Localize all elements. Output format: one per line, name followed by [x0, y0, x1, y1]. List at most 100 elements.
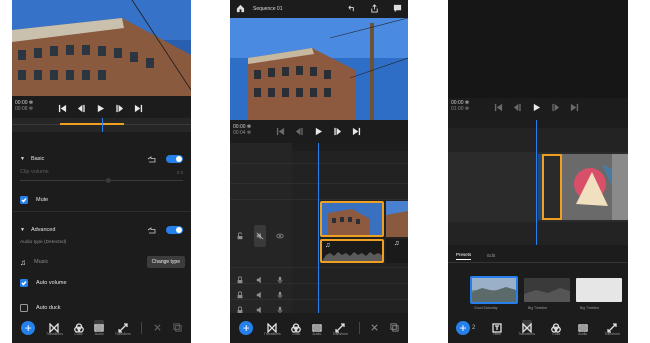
audio-tool[interactable]: Audio — [578, 320, 588, 336]
clip-volume-value: 0.0 — [176, 169, 183, 175]
chevron-down-icon[interactable]: ▼ — [20, 227, 25, 233]
skip-back-icon[interactable] — [276, 127, 285, 136]
audio-settings-screen: 00:00 ✻ 00:08 ✻ ▼ Basic Clip volume 0.0 … — [12, 0, 191, 343]
scrubber[interactable] — [12, 118, 191, 132]
preset-item[interactable] — [576, 278, 622, 302]
step-back-icon[interactable] — [77, 104, 86, 113]
transitions-icon — [521, 320, 532, 334]
preset-item[interactable] — [524, 278, 570, 302]
share-icon[interactable] — [370, 0, 379, 18]
divider — [141, 322, 143, 334]
clip-volume-slider[interactable] — [20, 178, 183, 183]
reset-icon[interactable] — [147, 150, 156, 168]
color-icon — [73, 320, 84, 333]
play-icon[interactable] — [96, 104, 105, 113]
chevron-down-icon[interactable]: ▼ — [20, 156, 25, 162]
add-button[interactable]: + — [239, 321, 254, 335]
timeline-area[interactable]: ♫ ♫ — [230, 143, 408, 314]
auto-volume-label: Auto volume — [36, 280, 67, 286]
reset-icon[interactable] — [147, 221, 156, 239]
step-forward-icon[interactable] — [333, 127, 342, 136]
playhead[interactable] — [536, 120, 537, 245]
titles-tool[interactable]: Titles — [492, 320, 502, 336]
preset-item[interactable] — [470, 276, 518, 304]
color-icon — [551, 320, 562, 333]
advanced-section-title: Advanced — [30, 227, 56, 233]
transitions-tool[interactable]: Transitions — [264, 320, 281, 336]
transform-icon — [607, 320, 617, 333]
transform-icon — [335, 320, 345, 333]
step-forward-icon[interactable] — [551, 103, 560, 112]
track-controls-video — [236, 225, 284, 247]
mute-speaker-icon[interactable] — [254, 225, 266, 247]
transitions-icon — [49, 320, 60, 334]
add-button[interactable]: + — [456, 321, 470, 335]
mute-checkbox[interactable] — [20, 196, 28, 204]
tab-presets[interactable]: Presets — [456, 252, 472, 260]
advanced-toggle[interactable] — [166, 226, 183, 234]
transitions-screen: 00:00 ✻ 01:00 ✻ Presets Edit Good Saturd… — [448, 0, 628, 343]
step-forward-icon[interactable] — [115, 104, 124, 113]
sequence-title: Sequence 01 — [253, 6, 283, 12]
bottom-toolbar: + 2 Titles Transitions Color Audio Trans… — [448, 313, 628, 343]
change-type-button[interactable]: Change type — [146, 256, 185, 268]
audio-tool[interactable]: Audio — [94, 320, 105, 336]
mute-label: Mute — [36, 197, 49, 203]
audio-type-label: Audio type (Detected) — [20, 240, 67, 245]
preset-label: Big Timeline — [528, 306, 548, 310]
skip-back-icon[interactable] — [58, 104, 67, 113]
audio-icon — [312, 320, 322, 332]
home-icon[interactable] — [236, 0, 245, 18]
skip-forward-icon[interactable] — [352, 127, 361, 136]
transform-tool[interactable]: Transform — [604, 320, 620, 336]
playhead[interactable] — [318, 143, 319, 313]
audio-clip[interactable]: ♫ — [320, 239, 384, 263]
color-tool[interactable]: Color — [73, 320, 84, 336]
auto-volume-checkbox[interactable] — [20, 279, 28, 287]
timeline-area[interactable] — [448, 120, 628, 245]
skip-back-icon[interactable] — [494, 103, 503, 112]
add-button[interactable]: + — [21, 321, 36, 335]
video-clip[interactable] — [320, 201, 384, 237]
split-icon[interactable] — [153, 319, 162, 337]
audio-tool[interactable]: Audio — [312, 320, 322, 336]
audio-icon — [578, 320, 588, 332]
transform-icon — [118, 320, 128, 333]
tab-edit[interactable]: Edit — [487, 253, 495, 260]
basic-toggle[interactable] — [166, 155, 183, 163]
auto-duck-checkbox[interactable] — [20, 304, 28, 312]
comment-icon[interactable] — [393, 0, 402, 18]
more-icon[interactable]: 2 — [472, 325, 475, 331]
clip-volume-label: Clip volume — [20, 169, 49, 175]
step-back-icon[interactable] — [513, 103, 522, 112]
undo-icon[interactable] — [347, 0, 356, 18]
music-note-icon: ♫ — [20, 257, 26, 267]
step-back-icon[interactable] — [295, 127, 304, 136]
transform-tool[interactable]: Transform — [332, 320, 348, 336]
total-time: 00:04 ✻ — [233, 130, 252, 136]
transition-marker[interactable] — [542, 154, 562, 220]
skip-forward-icon[interactable] — [570, 103, 579, 112]
play-icon[interactable] — [314, 127, 323, 136]
eye-icon[interactable] — [276, 227, 284, 245]
bottom-toolbar: + Transitions Color Audio Transform — [12, 313, 191, 343]
skip-forward-icon[interactable] — [134, 104, 143, 113]
duplicate-icon[interactable] — [390, 319, 399, 337]
titles-icon — [492, 320, 502, 333]
preset-label: Good Saturday — [474, 306, 498, 310]
transitions-tool[interactable]: Transitions — [46, 320, 63, 336]
clip-right[interactable] — [562, 154, 628, 220]
total-time: 01:00 ✻ — [451, 106, 470, 112]
audio-clip-next[interactable]: ♫ — [386, 239, 408, 263]
color-tool[interactable]: Color — [551, 320, 562, 336]
video-preview — [12, 0, 191, 96]
duplicate-icon[interactable] — [173, 319, 182, 337]
color-tool[interactable]: Color — [291, 320, 302, 336]
transitions-tool[interactable]: Transitions — [518, 320, 535, 336]
unlock-icon[interactable] — [236, 227, 244, 245]
transform-tool[interactable]: Transform — [115, 320, 131, 336]
video-clip-next[interactable] — [386, 201, 408, 237]
play-icon[interactable] — [532, 103, 541, 112]
split-icon[interactable] — [370, 319, 379, 337]
music-note-icon: ♫ — [394, 240, 400, 247]
